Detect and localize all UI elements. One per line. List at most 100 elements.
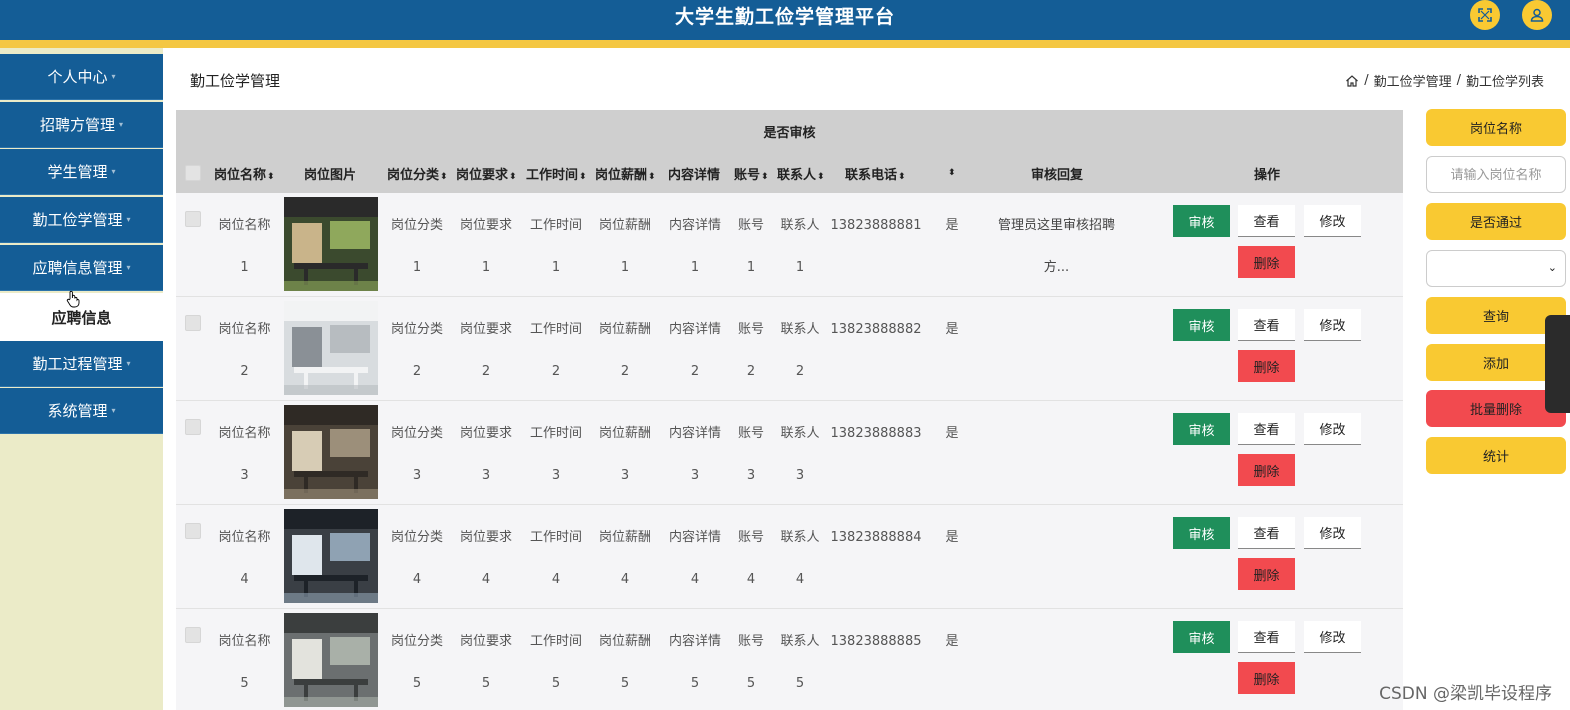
cell-contact: 联系人 4 [773,517,827,601]
side-drawer-handle[interactable] [1545,315,1570,413]
cell-text: 岗位薪酬 [598,322,651,337]
sidebar-item-label: 勤工俭学管理 [32,211,123,229]
cell-account: 账号 4 [729,517,773,601]
cell-text: 工作时间 [529,218,582,233]
th-label: 岗位薪酬 [595,168,648,183]
row-checkbox[interactable] [185,419,201,435]
job-image[interactable] [284,613,378,707]
cell-job-name: 岗位名称 5 [206,621,283,705]
sidebar-item-recruiter-mgmt[interactable]: 招聘方管理 ▾ [0,102,163,148]
job-image[interactable] [284,301,378,395]
app-title: 大学生勤工俭学管理平台 [674,6,895,28]
cell-index: 4 [690,572,700,587]
stats-button[interactable]: 统计 [1426,437,1566,474]
cell-text: 联系人 [780,530,820,545]
view-button[interactable]: 查看 [1238,309,1295,341]
sidebar-item-system-mgmt[interactable]: 系统管理 ▾ [0,388,163,434]
row-checkbox[interactable] [185,211,201,227]
cell-index: 3 [620,468,630,483]
view-button[interactable]: 查看 [1238,205,1295,237]
job-image[interactable] [284,509,378,603]
sidebar-subitem-application-info[interactable]: 应聘信息 [0,293,163,341]
cell-text: 岗位名称 [218,634,271,649]
cell-text: 内容详情 [668,426,721,441]
th-job-name[interactable]: 岗位名称⬍ [214,164,275,183]
delete-button[interactable]: 删除 [1238,246,1295,278]
audit-button[interactable]: 审核 [1173,517,1230,549]
cell-index: 4 [551,572,561,587]
delete-button[interactable]: 删除 [1238,558,1295,590]
row-checkbox[interactable] [185,523,201,539]
sidebar-item-personal-center[interactable]: 个人中心 ▾ [0,54,163,100]
edit-button[interactable]: 修改 [1304,413,1361,445]
filter-label-approved: 是否通过 [1426,203,1566,240]
cell-phone: 13823888883 [828,413,924,455]
cell-index: 5 [746,676,756,691]
fullscreen-button[interactable] [1470,0,1500,30]
th-worktime[interactable]: 工作时间⬍ [526,164,587,183]
audit-button[interactable]: 审核 [1173,205,1230,237]
delete-button[interactable]: 删除 [1238,662,1295,694]
audit-button[interactable]: 审核 [1173,621,1230,653]
th-approved[interactable]: ⬍ [947,164,956,179]
user-icon [1530,8,1544,22]
breadcrumb-item-work-study[interactable]: 勤工俭学管理 [1374,71,1452,90]
cell-text: 账号 [737,530,764,545]
th-salary[interactable]: 岗位薪酬⬍ [595,164,656,183]
row-checkbox[interactable] [185,315,201,331]
sort-icon: ⬍ [440,172,448,182]
job-name-search-input[interactable] [1426,156,1566,193]
view-button[interactable]: 查看 [1238,621,1295,653]
cell-salary: 岗位薪酬 2 [590,309,660,393]
user-button[interactable] [1522,0,1552,30]
th-category[interactable]: 岗位分类⬍ [387,164,448,183]
table-header: 是否审核 岗位名称⬍ 岗位图片 岗位分类⬍ 岗位要求⬍ 工作时间⬍ 岗位薪酬⬍ … [176,110,1403,193]
cell-approved: 是 [938,309,966,351]
select-all-checkbox[interactable] [185,165,201,181]
th-contact[interactable]: 联系人⬍ [777,164,825,183]
cell-index: 3 [240,468,249,483]
header-group-approved: 是否审核 [763,126,816,141]
approved-select[interactable]: ⌄ [1426,250,1566,287]
cell-index: 5 [620,676,630,691]
view-button[interactable]: 查看 [1238,413,1295,445]
delete-button[interactable]: 删除 [1238,454,1295,486]
job-image[interactable] [284,405,378,499]
cell-index: 3 [795,468,805,483]
cell-index: 5 [412,676,422,691]
sort-icon: ⬍ [948,168,956,178]
cell-index: 2 [240,364,249,379]
edit-button[interactable]: 修改 [1304,621,1361,653]
cell-text: 13823888884 [830,530,922,545]
th-requirement[interactable]: 岗位要求⬍ [456,164,517,183]
home-icon[interactable] [1345,74,1359,88]
header-accent-stripe [0,40,1570,48]
audit-button[interactable]: 审核 [1173,413,1230,445]
th-actions: 操作 [1254,164,1280,183]
cell-worktime: 工作时间 2 [521,309,591,393]
delete-button[interactable]: 删除 [1238,350,1295,382]
cell-text: 内容详情 [668,218,721,233]
th-detail: 内容详情 [668,164,720,183]
edit-button[interactable]: 修改 [1304,309,1361,341]
view-button[interactable]: 查看 [1238,517,1295,549]
th-phone[interactable]: 联系电话⬍ [845,164,906,183]
sort-icon: ⬍ [579,172,587,182]
row-checkbox[interactable] [185,627,201,643]
sidebar-item-work-study-mgmt[interactable]: 勤工俭学管理 ▾ [0,197,163,243]
cell-text: 是 [945,426,959,441]
th-account[interactable]: 账号⬍ [734,164,769,183]
sidebar-item-application-mgmt[interactable]: 应聘信息管理 ▾ [0,245,163,291]
cell-index: 5 [795,676,805,691]
sidebar-item-work-process-mgmt[interactable]: 勤工过程管理 ▾ [0,341,163,387]
cell-index: 3 [481,468,491,483]
table-row: 岗位名称 2 岗位分类 2 岗位要求 2 工作时间 2 岗位薪酬 2 内容详情 2 账号 2 联系人 2 13… [176,297,1403,401]
edit-button[interactable]: 修改 [1304,517,1361,549]
audit-button[interactable]: 审核 [1173,309,1230,341]
sort-icon: ⬍ [509,172,517,182]
cell-approved: 是 [938,621,966,663]
edit-button[interactable]: 修改 [1304,205,1361,237]
job-image[interactable] [284,197,378,291]
sidebar-item-student-mgmt[interactable]: 学生管理 ▾ [0,149,163,195]
th-label: 工作时间 [526,168,579,183]
